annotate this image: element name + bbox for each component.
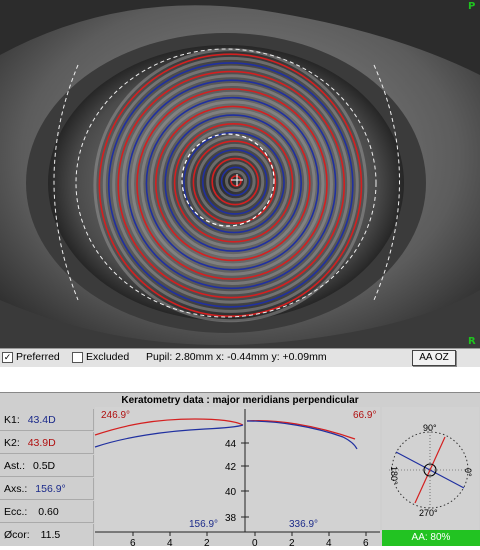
red-axis-right-label: 66.9°	[353, 410, 376, 421]
excluded-label: Excluded	[86, 351, 130, 363]
x-tick-left-2: 2	[204, 538, 210, 549]
blue-axis-left-label: 156.9°	[189, 519, 218, 530]
k1-label: K1:	[4, 414, 20, 426]
x-tick-right-4: 4	[326, 538, 332, 549]
k2-value: 43.9D	[27, 437, 56, 449]
blue-axis-right-label: 336.9°	[289, 519, 318, 530]
y-tick-42: 42	[225, 462, 237, 473]
axs-label: Axs.:	[4, 483, 28, 495]
ast-value: 0.5D	[32, 460, 56, 472]
excluded-checkbox[interactable]	[72, 351, 83, 363]
eye-rings-svg	[0, 0, 480, 348]
keratometry-title: Keratometry data : major meridians perpe…	[121, 395, 359, 406]
keratometry-panel: Keratometry data : major meridians perpe…	[0, 392, 480, 549]
polar-label-0: 0°	[463, 468, 473, 477]
ecc-value: 0.60	[38, 506, 59, 518]
status-toolbar: ✓ Preferred Excluded Pupil: 2.80mm x: -0…	[0, 348, 480, 367]
ocor-label: Øcor:	[4, 529, 30, 541]
corner-marker-r: R	[468, 336, 476, 347]
x-tick-right-0: 0	[252, 538, 258, 549]
red-axis-left-label: 246.9°	[101, 410, 130, 421]
red-meridian-right	[246, 420, 356, 440]
ecc-label: Ecc.:	[4, 506, 28, 518]
x-tick-left-4: 4	[167, 538, 173, 549]
spacer	[0, 367, 480, 392]
x-tick-right-2: 2	[289, 538, 295, 549]
y-tick-38: 38	[225, 513, 237, 524]
placido-eye-image: P R	[0, 0, 480, 348]
meridian-profile-graph: 44 42 40 38 6 4 2 0 2 4 6 246.9° 66.9° 1…	[94, 407, 380, 549]
x-tick-right-6: 6	[363, 538, 369, 549]
ast-label: Ast.:	[4, 460, 26, 472]
row-k2: K2: 43.9D	[0, 432, 94, 454]
k2-label: K2:	[4, 437, 20, 449]
meridian-polar-diagram: 90° 270° 180° 0°	[382, 407, 479, 530]
preferred-option[interactable]: ✓ Preferred	[2, 351, 60, 363]
excluded-option[interactable]: Excluded	[72, 351, 129, 363]
x-tick-left-6: 6	[130, 538, 136, 549]
pupil-info: Pupil: 2.80mm x: -0.44mm y: +0.09mm	[146, 351, 327, 363]
corner-marker-p: P	[468, 1, 476, 12]
k1-value: 43.4D	[27, 414, 56, 426]
ocor-value: 11.5	[40, 529, 61, 541]
meridian-graph-svg: 44 42 40 38 6 4 2 0 2 4 6 246.9° 66.9° 1…	[94, 409, 380, 549]
y-tick-44: 44	[225, 439, 237, 450]
polar-label-270: 270°	[419, 508, 438, 518]
y-tick-40: 40	[225, 487, 237, 498]
row-ocor: Øcor: 11.5	[0, 524, 94, 546]
polar-label-180: 180°	[389, 466, 399, 485]
row-ast: Ast.: 0.5D	[0, 455, 94, 477]
axs-value: 156.9°	[35, 483, 66, 495]
polar-label-90: 90°	[423, 423, 437, 433]
red-meridian-left	[94, 418, 244, 436]
row-axs: Axs.: 156.9°	[0, 478, 94, 500]
row-k1: K1: 43.4D	[0, 409, 94, 431]
aa-oz-button[interactable]: AA OZ	[412, 350, 456, 366]
row-ecc: Ecc.: 0.60	[0, 501, 94, 523]
polar-svg: 90° 270° 180° 0°	[389, 423, 473, 518]
preferred-checkbox[interactable]: ✓	[2, 351, 13, 363]
preferred-label: Preferred	[16, 351, 60, 363]
aa-status-badge: AA: 80%	[382, 530, 480, 546]
